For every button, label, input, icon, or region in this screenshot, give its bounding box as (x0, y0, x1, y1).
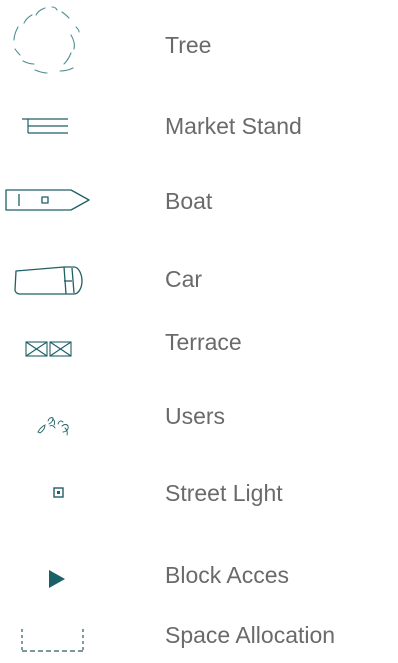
legend-label-users: Users (165, 403, 226, 429)
block-access-icon (49, 570, 65, 588)
car-icon (14, 266, 83, 295)
tree-icon (13, 6, 80, 74)
legend-label-space-allocation: Space Allocation (165, 622, 336, 648)
market-stand-icon (22, 118, 68, 134)
street-light-icon (53, 487, 64, 498)
legend-label-car: Car (165, 266, 203, 292)
legend-label-market-stand: Market Stand (165, 113, 302, 139)
users-icon (37, 417, 69, 436)
legend-label-boat: Boat (165, 188, 213, 214)
legend-label-terrace: Terrace (165, 329, 242, 355)
legend-label-block-access: Block Acces (165, 562, 289, 588)
terrace-icon (25, 341, 72, 357)
legend: Tree Market Stand Boat Car Terrace Users… (0, 0, 398, 663)
legend-label-street-light: Street Light (165, 480, 283, 506)
legend-label-tree: Tree (165, 32, 212, 58)
space-allocation-icon (21, 629, 84, 652)
boat-icon (5, 189, 90, 211)
